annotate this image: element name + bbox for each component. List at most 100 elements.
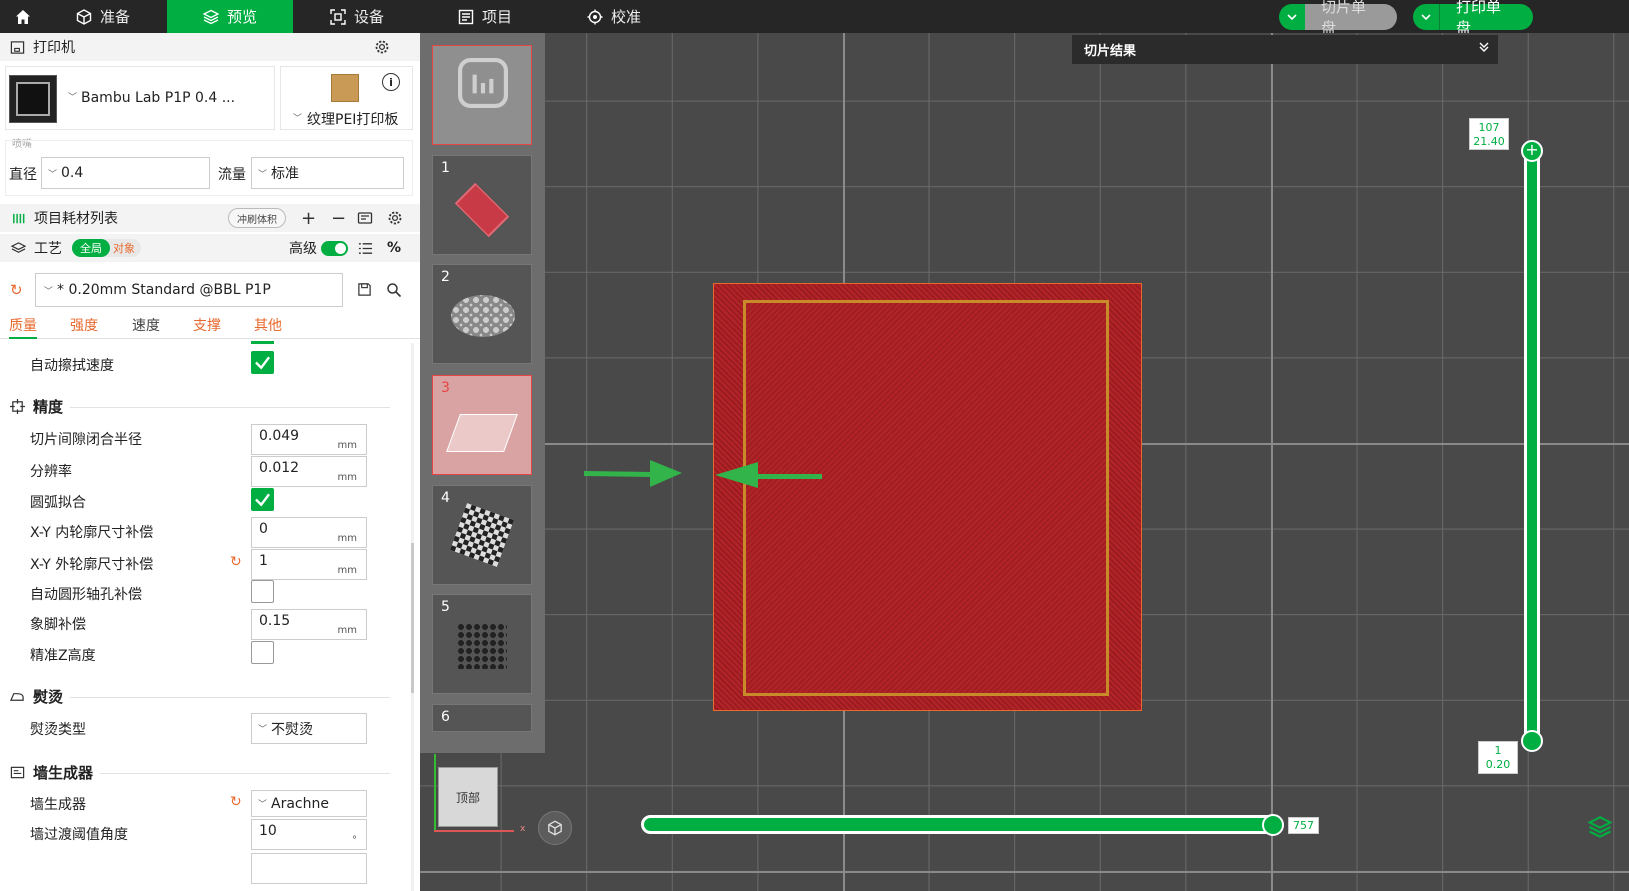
info-icon[interactable]: i [382, 73, 400, 91]
tab-calibration[interactable]: 校准 [587, 0, 677, 33]
printer-model-label: Bambu Lab P1P 0.4 ... [81, 90, 236, 106]
wall-transition-angle-input[interactable]: 10 ° [251, 819, 367, 850]
precise-z-checkbox[interactable] [251, 641, 274, 664]
slice-plate-button[interactable]: 切片单盘 [1279, 0, 1397, 37]
view-cube-top-face[interactable]: 顶部 [438, 767, 498, 827]
wall-generator-select[interactable]: ﹀ Arachne [251, 790, 367, 817]
xy-contour-comp-label: X-Y 外轮廓尺寸补偿 [30, 557, 154, 573]
flush-volume-button[interactable]: 冲刷体积 [228, 208, 286, 228]
tab-others[interactable]: 其他 [254, 315, 282, 335]
reset-value-icon[interactable]: ↻ [230, 554, 242, 570]
bottom-layer-number: 1 [1494, 744, 1502, 757]
xy-contour-comp-input[interactable]: 1 mm [251, 549, 367, 580]
legend-layers-icon[interactable] [1587, 815, 1613, 843]
plate-overview-button[interactable] [432, 45, 532, 145]
xy-hole-comp-input[interactable]: 0 mm [251, 517, 367, 548]
unit-label: mm [337, 625, 357, 636]
preview-viewport[interactable]: 切片结果 107 21.40 + 1 0.20 757 y x 顶部 [420, 33, 1629, 891]
plate-type-card[interactable]: i ﹀ 纹理PEI打印板 [280, 66, 413, 130]
wall-generator-group-header: 墙生成器 [10, 762, 93, 783]
tab-project[interactable]: 项目 [458, 0, 548, 33]
add-filament-icon[interactable]: + [301, 208, 316, 229]
plate-thumbnail-3[interactable]: 3 [432, 375, 532, 475]
chevron-down-icon: ﹀ [258, 725, 268, 735]
reset-view-icon[interactable] [538, 811, 572, 845]
move-slider-handle[interactable] [1262, 814, 1284, 836]
plate-number: 4 [441, 490, 450, 506]
flow-select[interactable]: ﹀ 标准 [251, 157, 404, 189]
expand-icon[interactable] [1478, 41, 1490, 57]
plate-thumbnail-1[interactable]: 1 [432, 155, 532, 255]
reset-preset-icon[interactable]: ↻ [10, 281, 23, 299]
printer-settings-gear-icon[interactable] [374, 39, 390, 55]
elephant-foot-input[interactable]: 0.15 mm [251, 609, 367, 640]
plate-preview-model [451, 295, 515, 337]
tab-prepare[interactable]: 准备 [76, 0, 166, 33]
divider [70, 407, 390, 408]
global-object-toggle[interactable]: 全局 对象 [72, 239, 141, 257]
bottom-layer-tooltip: 1 0.20 [1478, 741, 1518, 774]
printer-select-card[interactable]: ﹀ Bambu Lab P1P 0.4 ... [5, 66, 275, 130]
tab-preview[interactable]: 预览 [167, 0, 293, 33]
chevron-down-icon[interactable] [1279, 4, 1305, 30]
chevron-down-icon[interactable] [1413, 4, 1439, 30]
process-preset-select[interactable]: ﹀ * 0.20mm Standard @BBL P1P [35, 273, 343, 307]
chevron-down-icon: ﹀ [293, 114, 303, 124]
plate-thumbnail-6[interactable]: 6 [432, 704, 532, 732]
move-slider-value: 757 [1288, 817, 1319, 834]
plate-thumbnail-4[interactable]: 4 [432, 485, 532, 585]
advanced-toggle[interactable] [321, 240, 348, 256]
arc-fitting-checkbox[interactable] [251, 488, 274, 511]
list-view-icon[interactable] [358, 241, 373, 256]
sliced-model-outer[interactable] [713, 283, 1142, 711]
home-button[interactable] [10, 0, 36, 33]
gcode-move-slider[interactable] [641, 815, 1281, 834]
cube-icon [76, 8, 92, 25]
tab-speed[interactable]: 速度 [132, 315, 160, 335]
save-preset-icon[interactable] [357, 282, 372, 297]
slice-gap-input[interactable]: 0.049 mm [251, 424, 367, 455]
search-icon[interactable] [386, 282, 402, 298]
ironing-type-select[interactable]: ﹀ 不熨烫 [251, 713, 367, 744]
next-setting-input[interactable] [251, 853, 367, 884]
diameter-select[interactable]: ﹀ 0.4 [41, 157, 210, 189]
plate-list: 1 2 3 4 5 6 [420, 33, 545, 753]
slice-result-panel[interactable]: 切片结果 [1072, 35, 1498, 64]
print-plate-button[interactable]: 打印单盘 [1413, 0, 1533, 37]
sync-filament-icon[interactable] [357, 210, 373, 226]
unit-label: mm [337, 472, 357, 483]
tab-strength[interactable]: 强度 [70, 315, 98, 335]
flow-value: 标准 [271, 166, 300, 182]
ironing-group-header: 熨烫 [10, 686, 63, 707]
plate-thumbnail-2[interactable]: 2 [432, 264, 532, 364]
sidebar-scrollbar-thumb[interactable] [411, 543, 414, 693]
printer-section-header: 打印机 [0, 33, 420, 61]
view-cube[interactable]: y x 顶部 [430, 740, 525, 840]
filament-settings-gear-icon[interactable] [387, 210, 403, 226]
divider [100, 773, 390, 774]
object-option[interactable]: 对象 [110, 239, 141, 257]
tab-calibration-label: 校准 [611, 8, 642, 26]
auto-wipe-checkbox[interactable] [251, 351, 274, 374]
bottom-layer-handle[interactable] [1521, 730, 1543, 752]
top-layer-handle[interactable]: + [1521, 140, 1543, 162]
global-option[interactable]: 全局 [72, 239, 110, 257]
remove-filament-icon[interactable]: − [331, 208, 346, 229]
process-layers-icon [11, 241, 26, 256]
plate-thumbnail-5[interactable]: 5 [432, 594, 532, 694]
plate-preview-model [457, 623, 507, 669]
compare-presets-icon[interactable]: % [387, 240, 401, 256]
sidebar-scrollbar-track[interactable] [411, 343, 414, 891]
x-axis-line [434, 830, 514, 832]
view-cube-label: 顶部 [455, 790, 480, 805]
reset-value-icon[interactable]: ↻ [230, 794, 242, 810]
tab-support[interactable]: 支撑 [193, 315, 221, 335]
layer-slider-track[interactable] [1524, 146, 1540, 748]
bottom-layer-height: 0.20 [1485, 758, 1511, 771]
resolution-input[interactable]: 0.012 mm [251, 456, 367, 487]
unit-label: mm [337, 565, 357, 576]
auto-hole-comp-checkbox[interactable] [251, 580, 274, 603]
chevron-down-icon: ﹀ [44, 286, 54, 297]
tab-device[interactable]: 设备 [330, 0, 420, 33]
tab-quality[interactable]: 质量 [9, 315, 37, 339]
